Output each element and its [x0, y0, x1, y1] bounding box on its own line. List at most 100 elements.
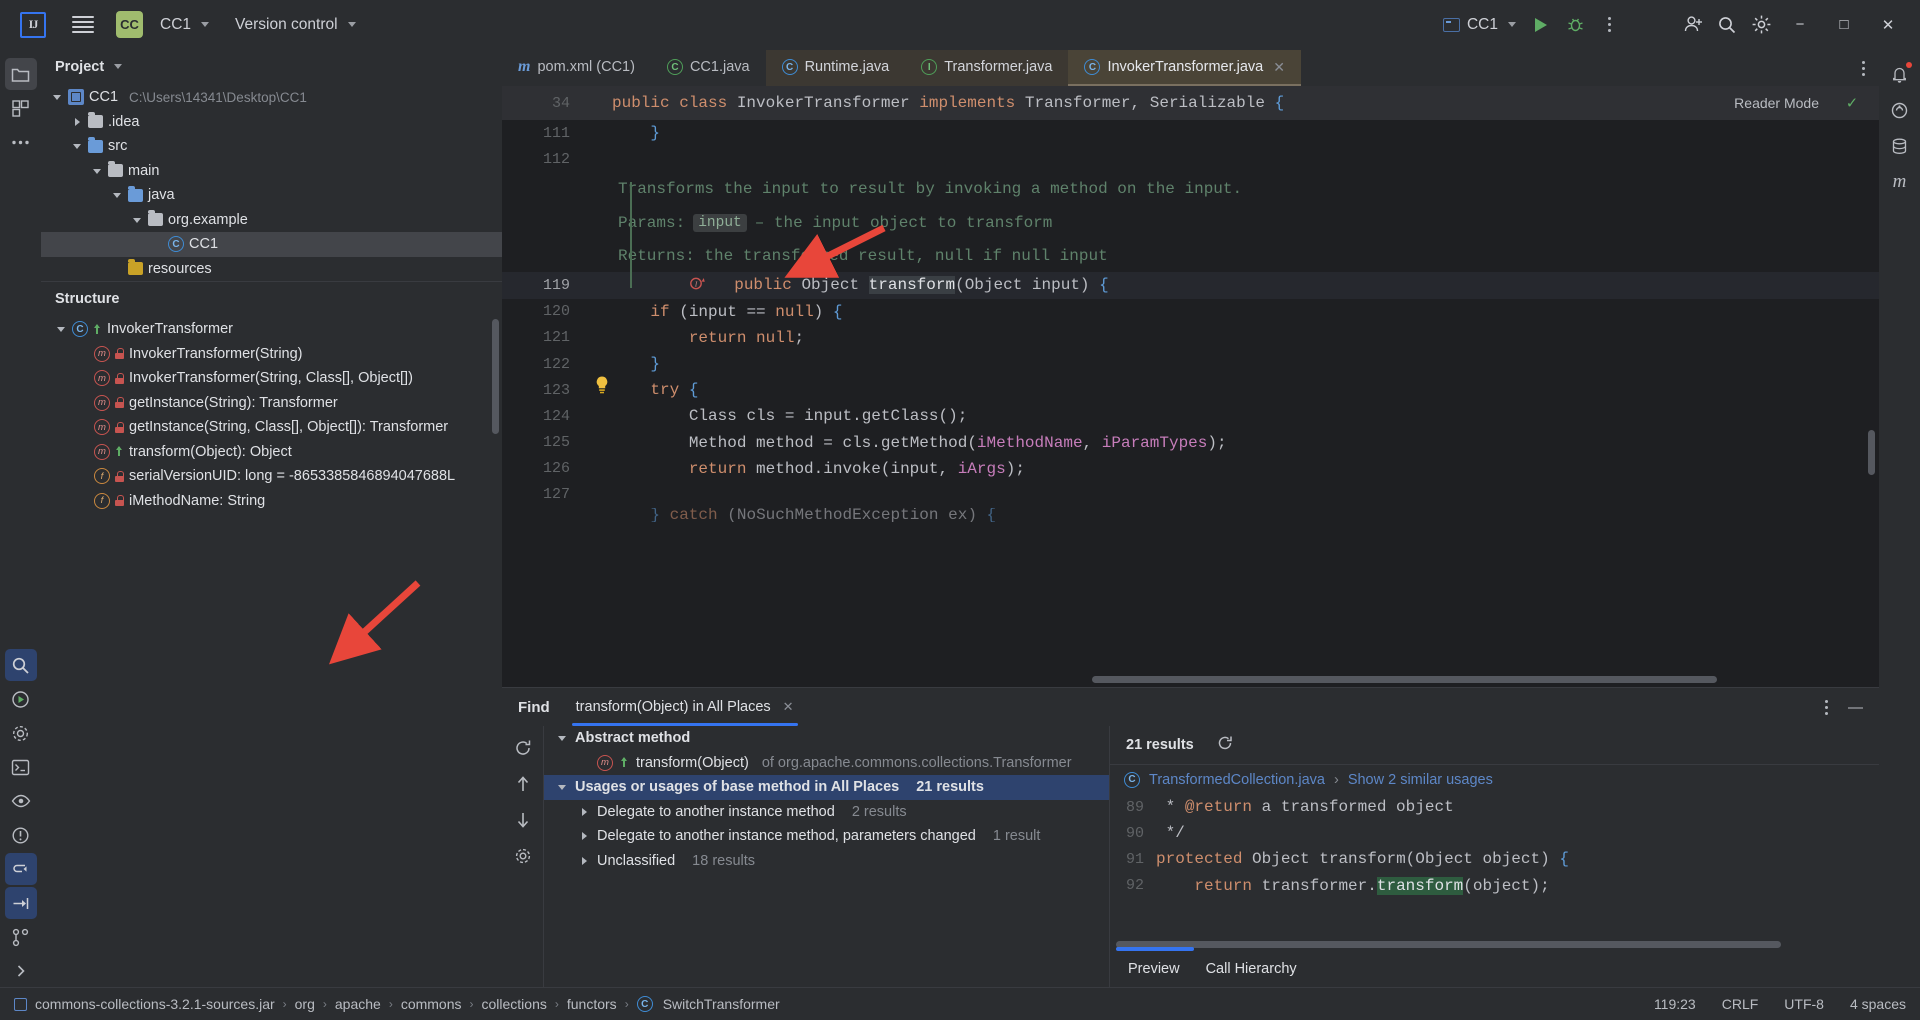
close-icon[interactable]: ✕: [783, 699, 794, 715]
search-everywhere-button[interactable]: [1710, 8, 1744, 42]
chevron-down-icon[interactable]: [556, 781, 568, 793]
status-breadcrumb-item[interactable]: apache: [335, 996, 381, 1012]
project-tree-item[interactable]: java: [41, 183, 502, 208]
close-button[interactable]: ✕: [1866, 6, 1910, 44]
hamburger-menu-icon[interactable]: [72, 15, 94, 34]
tab-call-hierarchy[interactable]: Call Hierarchy: [1206, 961, 1297, 977]
sidebar-item-commit[interactable]: [5, 92, 37, 124]
structure-tree-item[interactable]: C InvokerTransformer: [41, 317, 502, 342]
find-result-row[interactable]: Abstract method: [544, 726, 1109, 751]
structure-tree-item[interactable]: m InvokerTransformer(String, Class[], Obj…: [41, 366, 502, 391]
chevron-down-icon[interactable]: [91, 165, 103, 177]
project-tree-item[interactable]: src: [41, 134, 502, 159]
structure-tree-item[interactable]: f serialVersionUID: long = -8653385846894…: [41, 464, 502, 489]
notifications-button[interactable]: [1884, 58, 1916, 90]
project-tree-item[interactable]: main: [41, 159, 502, 184]
maximize-button[interactable]: □: [1822, 6, 1866, 44]
preview-code[interactable]: 89 * @return a transformed object 90 */ …: [1110, 794, 1879, 951]
structure-tree-item[interactable]: m InvokerTransformer(String): [41, 342, 502, 367]
more-options-icon[interactable]: [1825, 699, 1828, 715]
editor-tab[interactable]: C InvokerTransformer.java ✕: [1068, 50, 1301, 86]
line-separator[interactable]: CRLF: [1722, 996, 1759, 1012]
sidebar-item-terminal[interactable]: [5, 751, 37, 783]
status-breadcrumb-item[interactable]: commons: [401, 996, 462, 1012]
find-result-row[interactable]: Unclassified 18 results: [544, 849, 1109, 874]
version-control-widget[interactable]: Version control: [227, 11, 364, 39]
editor-vertical-scrollbar[interactable]: [1868, 430, 1875, 475]
sidebar-item-run[interactable]: [5, 683, 37, 715]
sidebar-item-find[interactable]: [4, 649, 37, 681]
chevron-down-icon[interactable]: [131, 214, 143, 226]
maven-button[interactable]: m: [1884, 166, 1916, 198]
chevron-down-icon[interactable]: [71, 140, 83, 152]
chevron-down-icon[interactable]: [55, 323, 67, 335]
preview-file-link[interactable]: TransformedCollection.java: [1149, 772, 1325, 788]
structure-tree-item[interactable]: m getInstance(String): Transformer: [41, 391, 502, 416]
refresh-button[interactable]: [1216, 734, 1234, 756]
chevron-down-icon[interactable]: [51, 91, 63, 103]
minimize-button[interactable]: −: [1778, 6, 1822, 44]
sidebar-item-step-into[interactable]: [4, 887, 37, 919]
next-occurrence-button[interactable]: [507, 804, 539, 836]
structure-tree-item[interactable]: m transform(Object): Object: [41, 440, 502, 465]
editor-tab[interactable]: I Transformer.java: [905, 50, 1069, 86]
structure-tree-item[interactable]: m getInstance(String, Class[], Object[]):…: [41, 415, 502, 440]
chevron-right-icon[interactable]: [578, 855, 590, 867]
minimize-icon[interactable]: —: [1848, 699, 1863, 716]
project-tree-item[interactable]: .idea: [41, 110, 502, 135]
project-selector[interactable]: CC1: [152, 11, 217, 39]
sidebar-item-version-control[interactable]: [5, 921, 37, 953]
code-editor[interactable]: 111 } 112 Transforms the input to result…: [502, 120, 1879, 687]
project-tree-item[interactable]: org.example: [41, 208, 502, 233]
show-similar-usages-link[interactable]: Show 2 similar usages: [1348, 772, 1493, 788]
intention-bulb-icon[interactable]: [594, 375, 610, 401]
inspection-ok-icon[interactable]: ✓: [1847, 93, 1857, 114]
debug-button[interactable]: [1558, 8, 1592, 42]
tab-preview[interactable]: Preview: [1128, 961, 1180, 977]
caret-position[interactable]: 119:23: [1654, 996, 1696, 1012]
structure-scrollbar[interactable]: [492, 319, 499, 434]
sidebar-item-expand[interactable]: [5, 955, 37, 987]
reader-mode-label[interactable]: Reader Mode: [1734, 95, 1819, 111]
project-tree-item[interactable]: C CC1: [41, 232, 502, 257]
previous-occurrence-button[interactable]: [507, 768, 539, 800]
sidebar-item-step-out[interactable]: [4, 853, 37, 885]
find-result-row[interactable]: Delegate to another instance method, par…: [544, 824, 1109, 849]
database-button[interactable]: [1884, 130, 1916, 162]
project-tree-item[interactable]: CC1 C:\Users\14341\Desktop\CC1: [41, 85, 502, 110]
chevron-right-icon[interactable]: [578, 830, 590, 842]
editor-tab[interactable]: m pom.xml (CC1): [502, 50, 651, 86]
chevron-right-icon[interactable]: [71, 116, 83, 128]
find-tab[interactable]: transform(Object) in All Places ✕: [571, 688, 798, 726]
status-breadcrumb-item[interactable]: SwitchTransformer: [663, 996, 780, 1012]
find-result-row[interactable]: m transform(Object) of org.apache.commons.…: [544, 751, 1109, 776]
indent-setting[interactable]: 4 spaces: [1850, 996, 1906, 1012]
rerun-search-button[interactable]: [507, 732, 539, 764]
editor-tabs-more-button[interactable]: [1848, 50, 1879, 86]
project-tree[interactable]: CC1 C:\Users\14341\Desktop\CC1 .idea src mai…: [41, 83, 502, 281]
status-breadcrumb-item[interactable]: org: [295, 996, 315, 1012]
find-results-tree[interactable]: Abstract method m transform(Object) of org.…: [543, 726, 1109, 987]
find-result-row[interactable]: Delegate to another instance method 2 res…: [544, 800, 1109, 825]
structure-panel-header[interactable]: Structure: [41, 281, 502, 315]
editor-tab[interactable]: C Runtime.java: [765, 50, 906, 86]
structure-tree-item[interactable]: f iMethodName: String: [41, 489, 502, 514]
sidebar-item-settings-tool[interactable]: [5, 717, 37, 749]
ai-assistant-button[interactable]: [1884, 94, 1916, 126]
preview-horizontal-scrollbar[interactable]: [1116, 941, 1781, 948]
account-button[interactable]: [1676, 8, 1710, 42]
run-button[interactable]: [1524, 8, 1558, 42]
more-actions-button[interactable]: [1592, 8, 1626, 42]
sidebar-item-more-tool-windows[interactable]: [5, 126, 37, 158]
settings-button[interactable]: [1744, 8, 1778, 42]
status-breadcrumb-item[interactable]: functors: [567, 996, 617, 1012]
chevron-down-icon[interactable]: [111, 189, 123, 201]
sidebar-item-project[interactable]: [4, 58, 37, 90]
editor-horizontal-scrollbar[interactable]: [1092, 676, 1717, 683]
project-panel-header[interactable]: Project: [41, 50, 502, 83]
structure-tree[interactable]: C InvokerTransformer m InvokerTransformer(S…: [41, 315, 502, 987]
project-tree-item[interactable]: resources: [41, 257, 502, 282]
sidebar-item-problems[interactable]: [5, 819, 37, 851]
file-encoding[interactable]: UTF-8: [1784, 996, 1824, 1012]
run-configuration-selector[interactable]: CC1: [1435, 11, 1524, 39]
